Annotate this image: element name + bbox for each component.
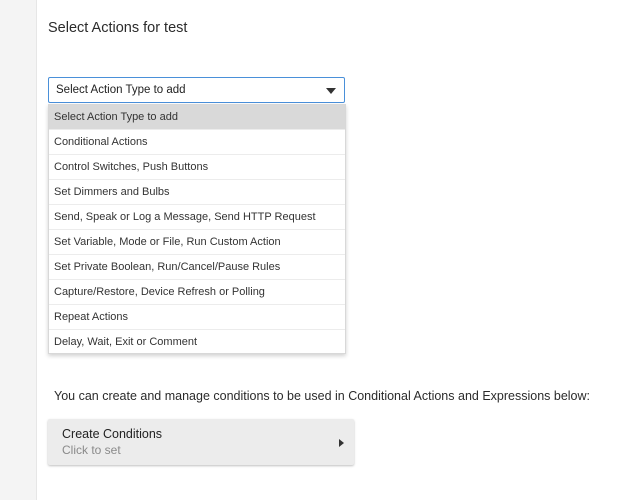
dropdown-option-send-speak-log[interactable]: Send, Speak or Log a Message, Send HTTP … <box>49 205 345 230</box>
dropdown-option-set-dimmers[interactable]: Set Dimmers and Bulbs <box>49 180 345 205</box>
page-title: Select Actions for test <box>48 20 188 36</box>
left-rail <box>0 0 37 500</box>
action-type-select[interactable]: Select Action Type to add <box>48 77 345 103</box>
caret-down-icon <box>326 88 336 94</box>
dropdown-option-set-private-boolean[interactable]: Set Private Boolean, Run/Cancel/Pause Ru… <box>49 255 345 280</box>
action-type-dropdown-list: Select Action Type to add Conditional Ac… <box>48 104 346 354</box>
dropdown-option-select-action-type[interactable]: Select Action Type to add <box>49 105 345 130</box>
dropdown-option-capture-restore[interactable]: Capture/Restore, Device Refresh or Polli… <box>49 280 345 305</box>
page-content: Select Actions for test Select Action Ty… <box>37 0 641 500</box>
action-type-select-value: Select Action Type to add <box>56 84 186 96</box>
dropdown-option-delay-wait-exit[interactable]: Delay, Wait, Exit or Comment <box>49 330 345 355</box>
triangle-right-icon <box>339 439 344 447</box>
create-conditions-subtitle: Click to set <box>62 443 121 457</box>
create-conditions-title: Create Conditions <box>62 427 163 441</box>
dropdown-option-conditional-actions[interactable]: Conditional Actions <box>49 130 345 155</box>
dropdown-option-repeat-actions[interactable]: Repeat Actions <box>49 305 345 330</box>
conditions-info-text: You can create and manage conditions to … <box>54 389 591 403</box>
dropdown-option-set-variable-mode[interactable]: Set Variable, Mode or File, Run Custom A… <box>49 230 345 255</box>
create-conditions-button[interactable]: Create Conditions Click to set <box>48 419 354 465</box>
dropdown-option-control-switches[interactable]: Control Switches, Push Buttons <box>49 155 345 180</box>
